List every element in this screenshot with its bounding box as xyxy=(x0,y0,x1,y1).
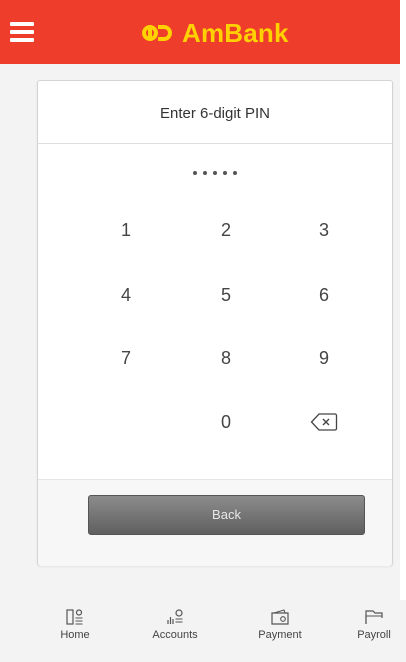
nav-accounts[interactable]: Accounts xyxy=(133,608,217,654)
nav-home-label: Home xyxy=(60,629,90,641)
pin-card-footer: Back xyxy=(38,479,392,566)
payroll-icon xyxy=(365,610,383,624)
bottom-nav: Home Accounts Payment Payroll xyxy=(0,600,406,662)
ambank-logo: AmBank xyxy=(140,16,289,50)
pin-dot xyxy=(213,171,217,175)
pin-dot xyxy=(193,171,197,175)
app-screen: AmBank Enter 6-digit PIN 1 2 3 4 5 6 7 8… xyxy=(0,0,406,662)
home-icon xyxy=(66,609,83,625)
pin-card: Enter 6-digit PIN 1 2 3 4 5 6 7 8 9 0 Ba… xyxy=(37,80,393,566)
backspace-button[interactable] xyxy=(284,401,364,443)
keypad-key[interactable]: 1 xyxy=(86,209,166,251)
backspace-icon xyxy=(310,413,338,431)
app-header: AmBank xyxy=(0,0,400,64)
pin-dot xyxy=(223,171,227,175)
nav-payment-label: Payment xyxy=(258,629,302,641)
nav-home[interactable]: Home xyxy=(33,608,117,654)
keypad-key[interactable]: 6 xyxy=(284,274,364,316)
keypad-key[interactable]: 0 xyxy=(186,401,266,443)
hamburger-icon[interactable] xyxy=(10,22,34,42)
pin-title: Enter 6-digit PIN xyxy=(38,81,392,144)
keypad-key[interactable]: 9 xyxy=(284,337,364,379)
ambank-logo-mark-icon xyxy=(142,25,172,41)
keypad-key[interactable]: 3 xyxy=(284,209,364,251)
keypad-key[interactable]: 7 xyxy=(86,337,166,379)
keypad-key[interactable]: 4 xyxy=(86,274,166,316)
nav-payment[interactable]: Payment xyxy=(238,608,322,654)
pin-dot xyxy=(233,171,237,175)
edge-strip xyxy=(400,0,406,662)
keypad-key[interactable]: 8 xyxy=(186,337,266,379)
payment-icon xyxy=(271,609,289,625)
keypad-key[interactable]: 2 xyxy=(186,209,266,251)
pin-indicator xyxy=(38,171,392,191)
nav-payroll-label: Payroll xyxy=(357,629,391,641)
nav-payroll[interactable]: Payroll xyxy=(343,608,405,654)
accounts-icon xyxy=(167,609,183,624)
keypad-key[interactable]: 5 xyxy=(186,274,266,316)
back-button[interactable]: Back xyxy=(88,495,365,535)
nav-accounts-label: Accounts xyxy=(152,629,198,641)
pin-dot xyxy=(203,171,207,175)
brand-name: AmBank xyxy=(182,17,289,48)
